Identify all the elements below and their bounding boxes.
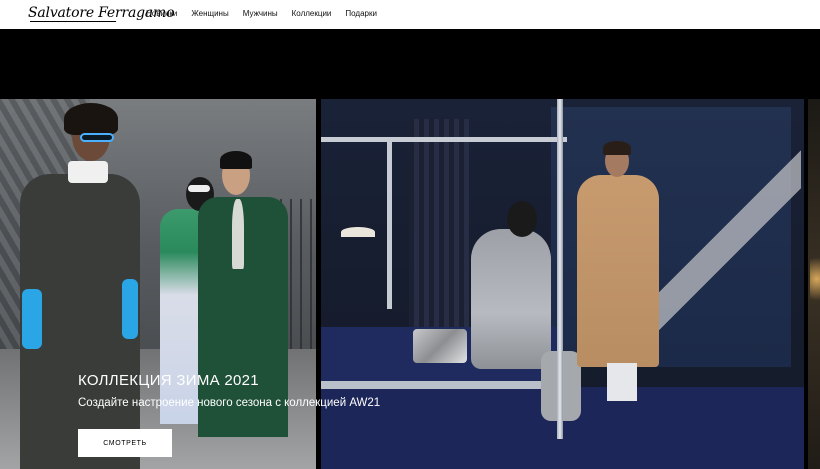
- model-1-glove-left: [22, 289, 42, 349]
- hero-slide-1-image[interactable]: [0, 99, 316, 469]
- logo-underline: [30, 21, 116, 22]
- model-1-collar: [68, 161, 108, 183]
- model-2-sunglasses: [188, 185, 210, 192]
- nav-item-men[interactable]: Мужчины: [243, 9, 278, 18]
- model-5-hair: [603, 141, 631, 155]
- model-1-hair: [64, 103, 118, 135]
- model-4-figure: [471, 229, 551, 369]
- nav-item-women[interactable]: Женщины: [191, 9, 228, 18]
- hero-title: КОЛЛЕКЦИЯ ЗИМА 2021: [78, 372, 259, 389]
- model-3-shirt: [232, 199, 244, 269]
- hero-subtitle: Создайте настроение нового сезона с колл…: [78, 397, 381, 409]
- top-banner-band: [0, 29, 820, 99]
- hero-slide-2-image[interactable]: [321, 99, 804, 469]
- view-collection-button-label: СМОТРЕТЬ: [103, 439, 147, 447]
- nav-item-collections[interactable]: Коллекции: [292, 9, 332, 18]
- hero-slide-3-image[interactable]: [808, 99, 820, 469]
- bed-canopy-beam: [321, 137, 567, 142]
- hero-caption: КОЛЛЕКЦИЯ ЗИМА 2021 Создайте настроение …: [78, 372, 380, 409]
- model-5-coat: [577, 175, 659, 367]
- site-header: Salvatore Ferragamo Новинки Женщины Мужч…: [0, 0, 820, 29]
- light-glow-graphic: [810, 249, 820, 309]
- model-1-glove-right: [122, 279, 138, 339]
- curtain-graphic: [409, 119, 469, 339]
- nav-item-new[interactable]: Новинки: [146, 9, 177, 18]
- bed-post-front: [557, 99, 563, 439]
- bed-post-back: [387, 139, 392, 309]
- view-collection-button[interactable]: СМОТРЕТЬ: [78, 429, 172, 457]
- nav-item-gifts[interactable]: Подарки: [345, 9, 377, 18]
- hero-carousel[interactable]: [0, 99, 820, 469]
- model-1-sunglasses: [80, 133, 114, 142]
- lamp-graphic: [341, 227, 375, 237]
- stair-graphic: [651, 129, 801, 359]
- model-5-trousers: [607, 363, 637, 401]
- model-3-hair: [220, 151, 252, 169]
- model-4-head: [507, 201, 537, 237]
- handbag-graphic: [413, 329, 467, 363]
- main-nav: Новинки Женщины Мужчины Коллекции Подарк…: [146, 9, 391, 18]
